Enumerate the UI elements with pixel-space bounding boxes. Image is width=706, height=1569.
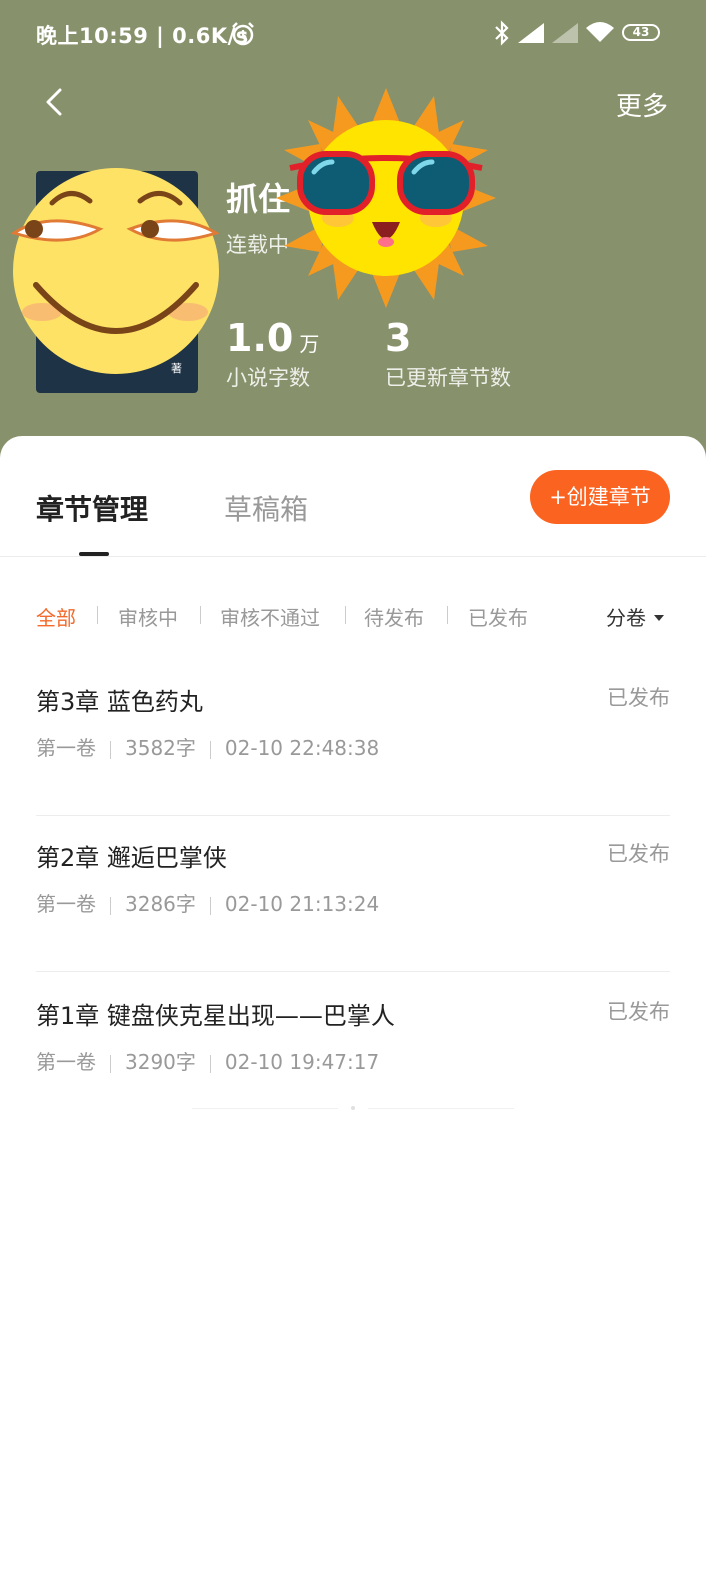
- smirk-emoji-sticker: [10, 168, 220, 374]
- chapter-volume: 第一卷: [36, 892, 96, 916]
- signal-icon: [518, 23, 544, 43]
- chapter-volume: 第一卷: [36, 1050, 96, 1074]
- word-count-value: 1.0: [226, 316, 294, 360]
- tab-drafts[interactable]: 草稿箱: [224, 488, 308, 528]
- chapter-title: 第2章 邂逅巴掌侠: [36, 844, 227, 872]
- chapter-row[interactable]: 第2章 邂逅巴掌侠 已发布 第一卷 3286字 02-10 21:13:24: [0, 816, 706, 972]
- alarm-icon: [232, 22, 254, 46]
- chapter-words: 3286字: [125, 892, 196, 916]
- more-button[interactable]: 更多: [616, 86, 668, 123]
- volume-dropdown-label: 分卷: [606, 606, 646, 630]
- chapter-meta: 第一卷 3286字 02-10 21:13:24: [36, 888, 379, 917]
- word-count-stat: 1.0 万 小说字数: [226, 316, 319, 392]
- caret-down-icon: [654, 615, 664, 621]
- chapter-words: 3290字: [125, 1050, 196, 1074]
- list-end-dot: [351, 1106, 355, 1110]
- chapter-status: 已发布: [607, 842, 670, 866]
- tab-chapter-management[interactable]: 章节管理: [36, 488, 148, 528]
- chapter-divider: [36, 971, 670, 972]
- filter-separator: [97, 606, 98, 624]
- chapter-time: 02-10 21:13:24: [224, 892, 380, 916]
- word-count-label: 小说字数: [226, 366, 310, 390]
- filter-separator: [200, 606, 201, 624]
- chapters-count-label: 已更新章节数: [385, 366, 511, 390]
- chapter-words: 3582字: [125, 736, 196, 760]
- status-time: 晚上10:59 | 0.6K/s: [36, 24, 249, 48]
- tabs-divider: [0, 556, 706, 557]
- filter-pending[interactable]: 待发布: [364, 602, 424, 631]
- chapters-count-stat: 3 已更新章节数: [385, 316, 511, 392]
- chapters-count-value: 3: [385, 316, 412, 360]
- chapter-status: 已发布: [607, 1000, 670, 1024]
- wifi-icon: [586, 22, 614, 42]
- chapter-time: 02-10 19:47:17: [224, 1050, 380, 1074]
- filter-all[interactable]: 全部: [36, 602, 76, 631]
- filter-reviewing[interactable]: 审核中: [118, 602, 178, 631]
- list-end-line: [192, 1108, 338, 1109]
- filter-separator: [345, 606, 346, 624]
- chapter-meta: 第一卷 3582字 02-10 22:48:38: [36, 732, 379, 761]
- filter-separator: [447, 606, 448, 624]
- chapter-title: 第1章 键盘侠克星出现——巴掌人: [36, 1002, 395, 1030]
- chapter-time: 02-10 22:48:38: [224, 736, 380, 760]
- filter-rejected[interactable]: 审核不通过: [220, 602, 320, 631]
- signal-weak-icon: [552, 23, 578, 43]
- sunglasses-sun-sticker: [276, 88, 496, 308]
- chapter-meta: 第一卷 3290字 02-10 19:47:17: [36, 1046, 379, 1075]
- back-arrow-icon[interactable]: [40, 86, 72, 118]
- chapter-title: 第3章 蓝色药丸: [36, 688, 203, 716]
- volume-dropdown[interactable]: 分卷: [606, 602, 664, 631]
- chapter-status: 已发布: [607, 686, 670, 710]
- chapter-row[interactable]: 第3章 蓝色药丸 已发布 第一卷 3582字 02-10 22:48:38: [0, 660, 706, 816]
- list-end-line: [368, 1108, 514, 1109]
- create-chapter-button[interactable]: +创建章节: [530, 470, 670, 524]
- chapter-volume: 第一卷: [36, 736, 96, 760]
- battery-indicator: 43: [622, 24, 660, 41]
- filter-published[interactable]: 已发布: [468, 602, 528, 631]
- bluetooth-icon: [495, 20, 509, 46]
- word-count-unit: 万: [299, 332, 320, 356]
